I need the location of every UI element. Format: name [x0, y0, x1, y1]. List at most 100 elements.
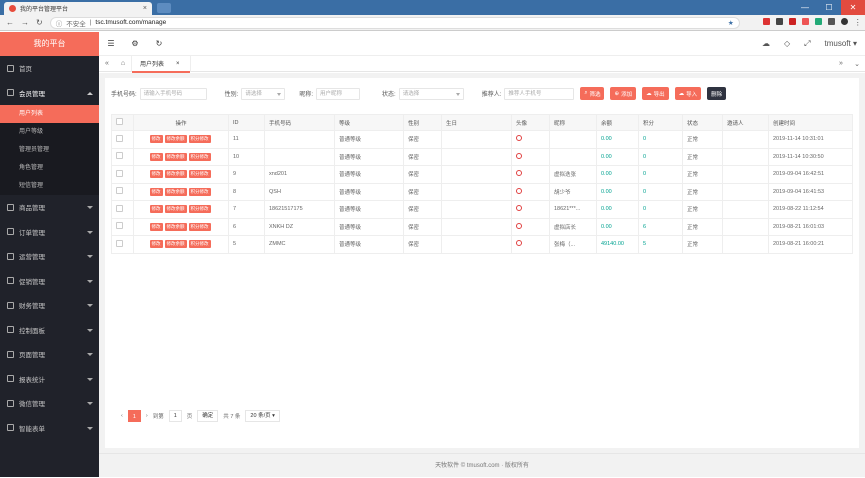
fullscreen-icon[interactable]: ⤢: [804, 39, 810, 49]
row-checkbox[interactable]: [116, 134, 123, 142]
tab-close-icon[interactable]: ×: [176, 61, 180, 67]
table-row[interactable]: 修改 修改余额 积分修改 10 普通等级 保密 0.00 0 正常 2019-11-14 10:3…: [111, 147, 853, 166]
extension-icon[interactable]: [775, 18, 783, 25]
settings-icon[interactable]: ⚙: [123, 39, 147, 48]
sidebar-item-group[interactable]: 智能表单: [0, 416, 99, 441]
edit-button[interactable]: 修改: [149, 135, 163, 144]
extension-icon[interactable]: [788, 18, 796, 25]
page-1-button[interactable]: 1: [127, 410, 141, 422]
goto-page-input[interactable]: 1: [168, 410, 182, 422]
table-row[interactable]: 修改 修改余额 积分修改 8 QSH 普通等级 保密 胡少爷 0.00 0 正常 2019-09-04…: [111, 182, 853, 201]
edit-balance-button[interactable]: 修改余额: [164, 187, 187, 196]
delete-button[interactable]: 删除: [707, 87, 727, 100]
sidebar-item-group[interactable]: 订单管理: [0, 220, 99, 245]
edit-balance-button[interactable]: 修改余额: [164, 222, 187, 231]
sidebar-item-home[interactable]: 首页: [0, 56, 99, 81]
sidebar-item-group[interactable]: 运营管理: [0, 244, 99, 269]
sidebar-item-group[interactable]: 微信管理: [0, 391, 99, 416]
edit-points-button[interactable]: 积分修改: [188, 170, 211, 179]
tabs-next-icon[interactable]: »: [833, 60, 849, 68]
extension-icon[interactable]: [762, 18, 770, 25]
sidebar-subitem-sms[interactable]: 短信管理: [0, 177, 99, 195]
cloud-icon[interactable]: ☁: [762, 39, 770, 48]
table-row[interactable]: 修改 修改余额 积分修改 11 普通等级 保密 0.00 0 正常 2019-11-14 10:3…: [111, 130, 853, 149]
tabs-prev-icon[interactable]: «: [99, 60, 115, 67]
sidebar-subitem-role[interactable]: 角色管理: [0, 159, 99, 177]
gender-select[interactable]: 请选择: [241, 87, 286, 100]
phone-input[interactable]: 请输入手机号码: [139, 87, 207, 100]
prev-page-button[interactable]: ‹: [121, 413, 123, 419]
tab-user-list[interactable]: 用户列表 ×: [131, 55, 191, 73]
back-icon[interactable]: ←: [6, 18, 14, 27]
row-checkbox[interactable]: [116, 222, 123, 230]
edit-points-button[interactable]: 积分修改: [188, 205, 211, 214]
sidebar-subitem-admin[interactable]: 管理员管理: [0, 141, 99, 159]
edit-points-button[interactable]: 积分修改: [188, 152, 211, 161]
extension-icon[interactable]: [814, 18, 822, 25]
row-checkbox[interactable]: [116, 187, 123, 195]
browser-menu-icon[interactable]: ⋮: [854, 18, 862, 27]
edit-balance-button[interactable]: 修改余额: [164, 152, 187, 161]
reload-icon[interactable]: ↻: [36, 18, 43, 27]
tabs-more-icon[interactable]: ⌄: [849, 60, 865, 68]
url-text[interactable]: tsc.tmusoft.com/manage: [95, 19, 166, 26]
sidebar-subitem-user-list[interactable]: 用户列表: [0, 105, 99, 123]
omnibox[interactable]: ⓘ 不安全 | tsc.tmusoft.com/manage ★: [49, 16, 740, 29]
row-checkbox[interactable]: [116, 204, 123, 212]
referrer-input[interactable]: 推荐人手机号: [504, 87, 575, 100]
edit-points-button[interactable]: 积分修改: [188, 222, 211, 231]
sidebar-item-group[interactable]: 商品管理: [0, 195, 99, 220]
extension-icon[interactable]: [801, 18, 809, 25]
sidebar-subitem-user-level[interactable]: 用户等级: [0, 123, 99, 141]
import-button[interactable]: ☁ 导入: [674, 87, 702, 100]
sidebar-item-group[interactable]: 控制面板: [0, 318, 99, 343]
edit-balance-button[interactable]: 修改余额: [164, 170, 187, 179]
search-button[interactable]: ⌕ 筛选: [580, 87, 605, 100]
table-row[interactable]: 修改 修改余额 积分修改 6 XNKH DZ 普通等级 保密 虚拟店长 0.00 6 正常 2019-…: [111, 217, 853, 236]
add-button[interactable]: ⊕ 添加: [610, 87, 637, 100]
edit-button[interactable]: 修改: [149, 240, 163, 249]
forward-icon[interactable]: →: [21, 18, 29, 27]
user-menu[interactable]: tmusoft ▾: [825, 39, 857, 48]
edit-button[interactable]: 修改: [149, 170, 163, 179]
sidebar-item-group[interactable]: 报表统计: [0, 367, 99, 392]
next-page-button[interactable]: ›: [146, 413, 148, 419]
select-all-checkbox[interactable]: [116, 118, 123, 125]
tab-close-icon[interactable]: ×: [143, 5, 147, 12]
minimize-button[interactable]: —: [793, 0, 817, 15]
nick-input[interactable]: 用户昵称: [316, 87, 361, 100]
edit-points-button[interactable]: 积分修改: [188, 135, 211, 144]
edit-points-button[interactable]: 积分修改: [188, 240, 211, 249]
sidebar-item-member[interactable]: 会员管理: [0, 81, 99, 106]
row-checkbox[interactable]: [116, 239, 123, 247]
sidebar-item-group[interactable]: 页面管理: [0, 342, 99, 367]
edit-points-button[interactable]: 积分修改: [188, 187, 211, 196]
new-tab-button[interactable]: [157, 3, 171, 13]
edit-balance-button[interactable]: 修改余额: [164, 135, 187, 144]
browser-tab[interactable]: 我的平台管理平台 ×: [4, 2, 152, 15]
edit-balance-button[interactable]: 修改余额: [164, 205, 187, 214]
edit-button[interactable]: 修改: [149, 205, 163, 214]
per-page-select[interactable]: 20 条/页 ▾: [245, 410, 280, 422]
profile-icon[interactable]: [840, 18, 848, 25]
row-checkbox[interactable]: [116, 169, 123, 177]
close-window-button[interactable]: ✕: [841, 0, 865, 15]
edit-balance-button[interactable]: 修改余额: [164, 240, 187, 249]
row-checkbox[interactable]: [116, 152, 123, 160]
bookmark-star-icon[interactable]: ★: [728, 19, 734, 27]
edit-button[interactable]: 修改: [149, 222, 163, 231]
logo[interactable]: 我的平台: [0, 32, 99, 56]
table-row[interactable]: 修改 修改余额 积分修改 9 xnd201 普通等级 保密 虚拟迭张 0.00 0 正常 2019-0…: [111, 165, 853, 184]
maximize-button[interactable]: ☐: [817, 0, 841, 15]
status-select[interactable]: 请选择: [398, 87, 464, 100]
edit-button[interactable]: 修改: [149, 152, 163, 161]
menu-toggle-icon[interactable]: ☰: [99, 39, 123, 48]
export-button[interactable]: ☁ 导出: [642, 87, 669, 100]
sidebar-item-group[interactable]: 促销管理: [0, 269, 99, 294]
confirm-page-button[interactable]: 确定: [197, 410, 219, 422]
edit-button[interactable]: 修改: [149, 187, 163, 196]
refresh-icon[interactable]: ↻: [147, 39, 171, 48]
extension-icon[interactable]: [827, 18, 835, 25]
tabs-home-icon[interactable]: ⌂: [115, 60, 131, 67]
tag-icon[interactable]: ◇: [784, 39, 790, 48]
